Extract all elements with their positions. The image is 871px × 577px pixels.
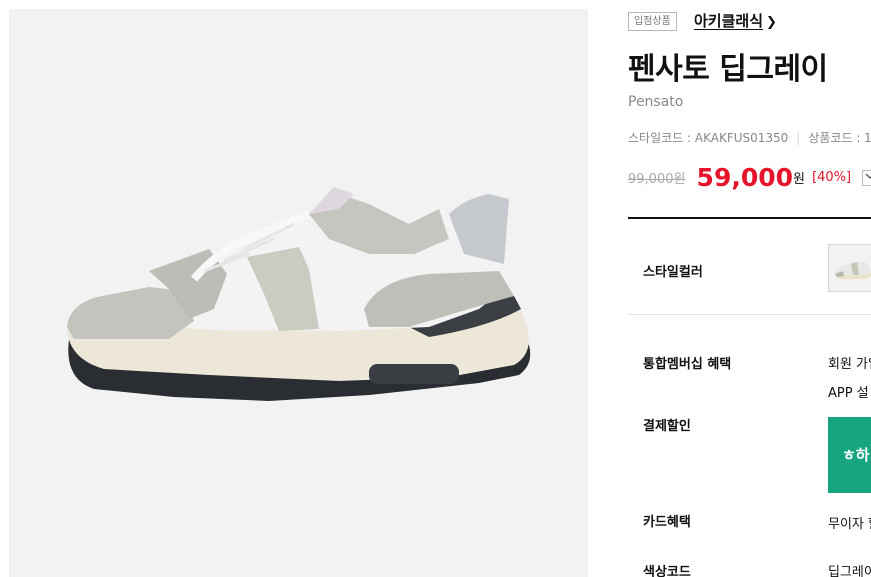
sale-currency: 원 xyxy=(793,172,805,187)
sale-price: 59,000 xyxy=(696,163,794,192)
payment-discount-label: 결제할인 xyxy=(643,419,691,434)
product-code: 상품코드 : 1 xyxy=(808,131,871,145)
sneaker-thumbnail-icon xyxy=(835,261,871,279)
brand-name-en: Pensato xyxy=(628,94,684,110)
product-info-panel: 입점상품 아키클래식 ❯ 펜사토 딥그레이 Pensato 스타일코드 : AKA… xyxy=(628,0,871,577)
brand-link-label: 아키클래식 xyxy=(694,12,764,30)
style-color-label: 스타일컬러 xyxy=(643,265,703,280)
color-code-value: 딥그레이 xyxy=(828,565,871,577)
divider: | xyxy=(796,131,801,145)
membership-value-line2: APP 설 xyxy=(828,386,869,401)
section-divider-thin xyxy=(628,314,871,315)
price-row: 99,000원 59,000원 [40%] xyxy=(628,163,871,192)
product-image[interactable] xyxy=(9,9,588,577)
sneaker-illustration xyxy=(67,187,531,401)
payment-logo[interactable]: ㅎ하 xyxy=(828,417,871,493)
style-code: 스타일코드 : AKAKFUS01350 xyxy=(628,131,789,145)
original-price: 99,000원 xyxy=(628,172,686,187)
section-divider xyxy=(628,217,871,219)
color-code-label: 색상코드 xyxy=(643,565,691,577)
product-codes: 스타일코드 : AKAKFUS01350 | 상품코드 : 1 xyxy=(628,129,871,146)
style-color-swatch[interactable] xyxy=(828,244,871,292)
card-benefit-label: 카드혜택 xyxy=(643,515,691,530)
discount-rate: [40%] xyxy=(812,170,852,185)
membership-label: 통합멤버십 혜택 xyxy=(643,357,732,372)
brand-link[interactable]: 아키클래식 ❯ xyxy=(694,10,777,31)
store-badge: 입점상품 xyxy=(628,12,677,31)
membership-value-line1: 회원 가입 xyxy=(828,357,871,372)
chevron-right-icon: ❯ xyxy=(766,15,777,30)
chevron-down-icon[interactable] xyxy=(862,169,871,186)
product-title: 펜사토 딥그레이 xyxy=(628,52,828,87)
card-benefit-value: 무이자 할 xyxy=(828,517,871,532)
